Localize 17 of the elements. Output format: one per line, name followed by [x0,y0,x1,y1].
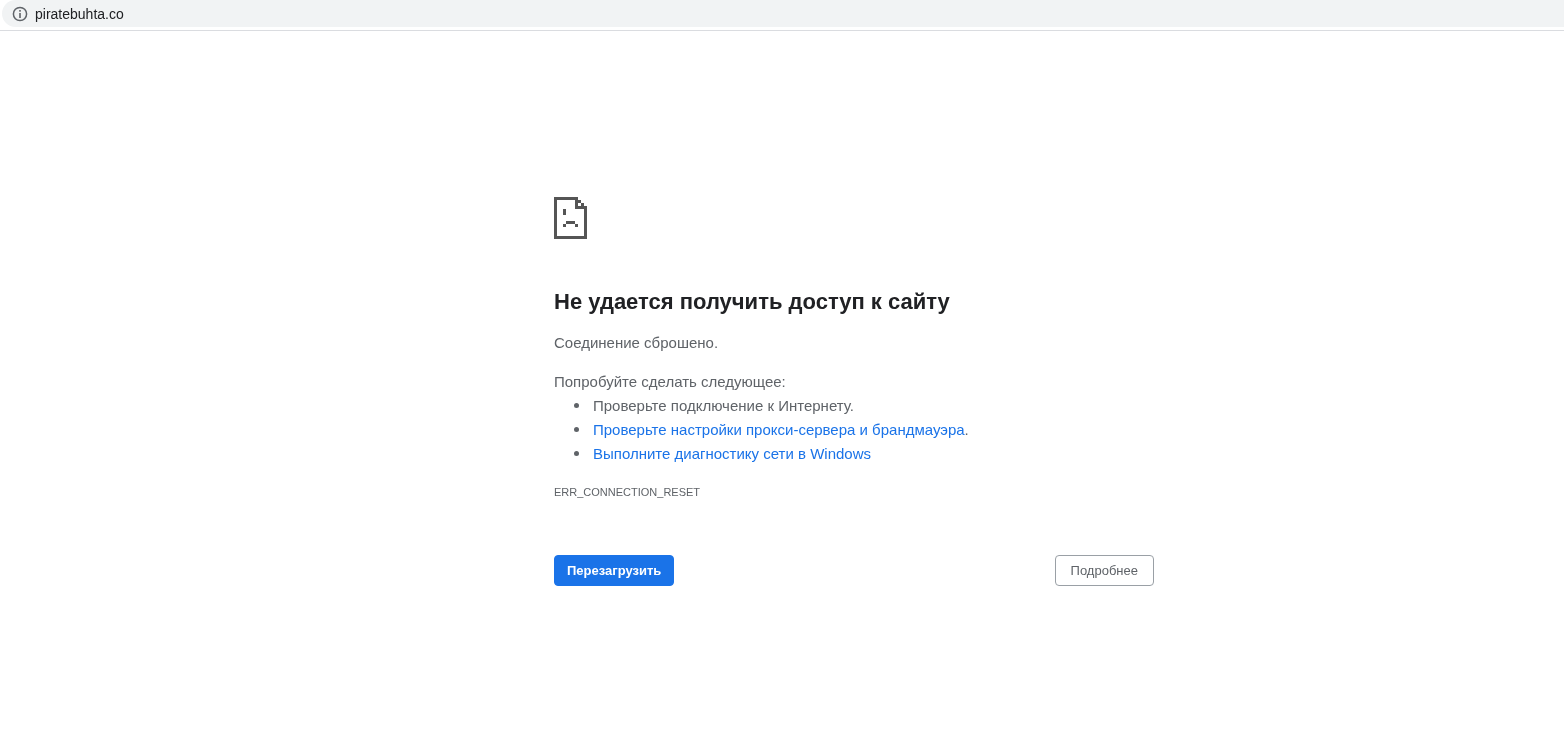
suggestion-link[interactable]: Проверьте настройки прокси-сервера и брандмауэра [593,420,965,438]
error-message: Соединение сброшено. [554,333,720,353]
info-icon[interactable] [12,5,28,22]
bullet-icon [574,402,579,408]
bullet-icon [574,426,579,432]
suggestion-link[interactable]: Выполните диагностику сети в Windows [593,444,871,462]
suggestions-heading: Попробуйте сделать следующее: [554,372,787,392]
url-text: piratebuhta.co [35,4,124,23]
details-button[interactable]: Подробнее [1054,555,1154,586]
error-code: ERR_CONNECTION_RESET [554,485,702,499]
address-bar[interactable]: piratebuhta.co [2,0,1564,27]
bullet-icon [574,450,579,456]
error-title: Не удается получить доступ к сайту [554,288,951,316]
sad-page-icon [554,197,587,239]
suggestion-text: Проверьте подключение к Интернету. [593,396,854,414]
suggestion-text: Проверьте настройки прокси-сервера и брандмауэра. [593,420,969,438]
reload-button[interactable]: Перезагрузить [554,555,675,586]
